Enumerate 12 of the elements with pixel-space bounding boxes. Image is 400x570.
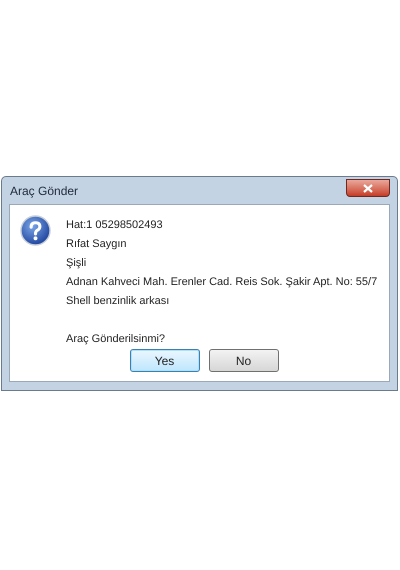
message-line: Shell benzinlik arkası <box>66 294 170 309</box>
question-icon <box>20 215 51 246</box>
message-line: Adnan Kahveci Mah. Erenler Cad. Reis Sok. Şakir Apt. No: 55/7 <box>66 275 378 290</box>
message-line: Rıfat Saygın <box>66 237 128 252</box>
close-button[interactable] <box>346 179 390 197</box>
dialog-button[interactable]: No <box>208 349 278 372</box>
dialog-button[interactable]: Yes <box>130 349 200 372</box>
question-text: Araç Gönderilsinmi? <box>66 332 166 347</box>
message-line: Hat:1 05298502493 <box>66 218 164 233</box>
window-title: Araç Gönder <box>9 182 78 200</box>
close-icon <box>363 184 373 192</box>
message-line: Şişli <box>66 256 88 271</box>
